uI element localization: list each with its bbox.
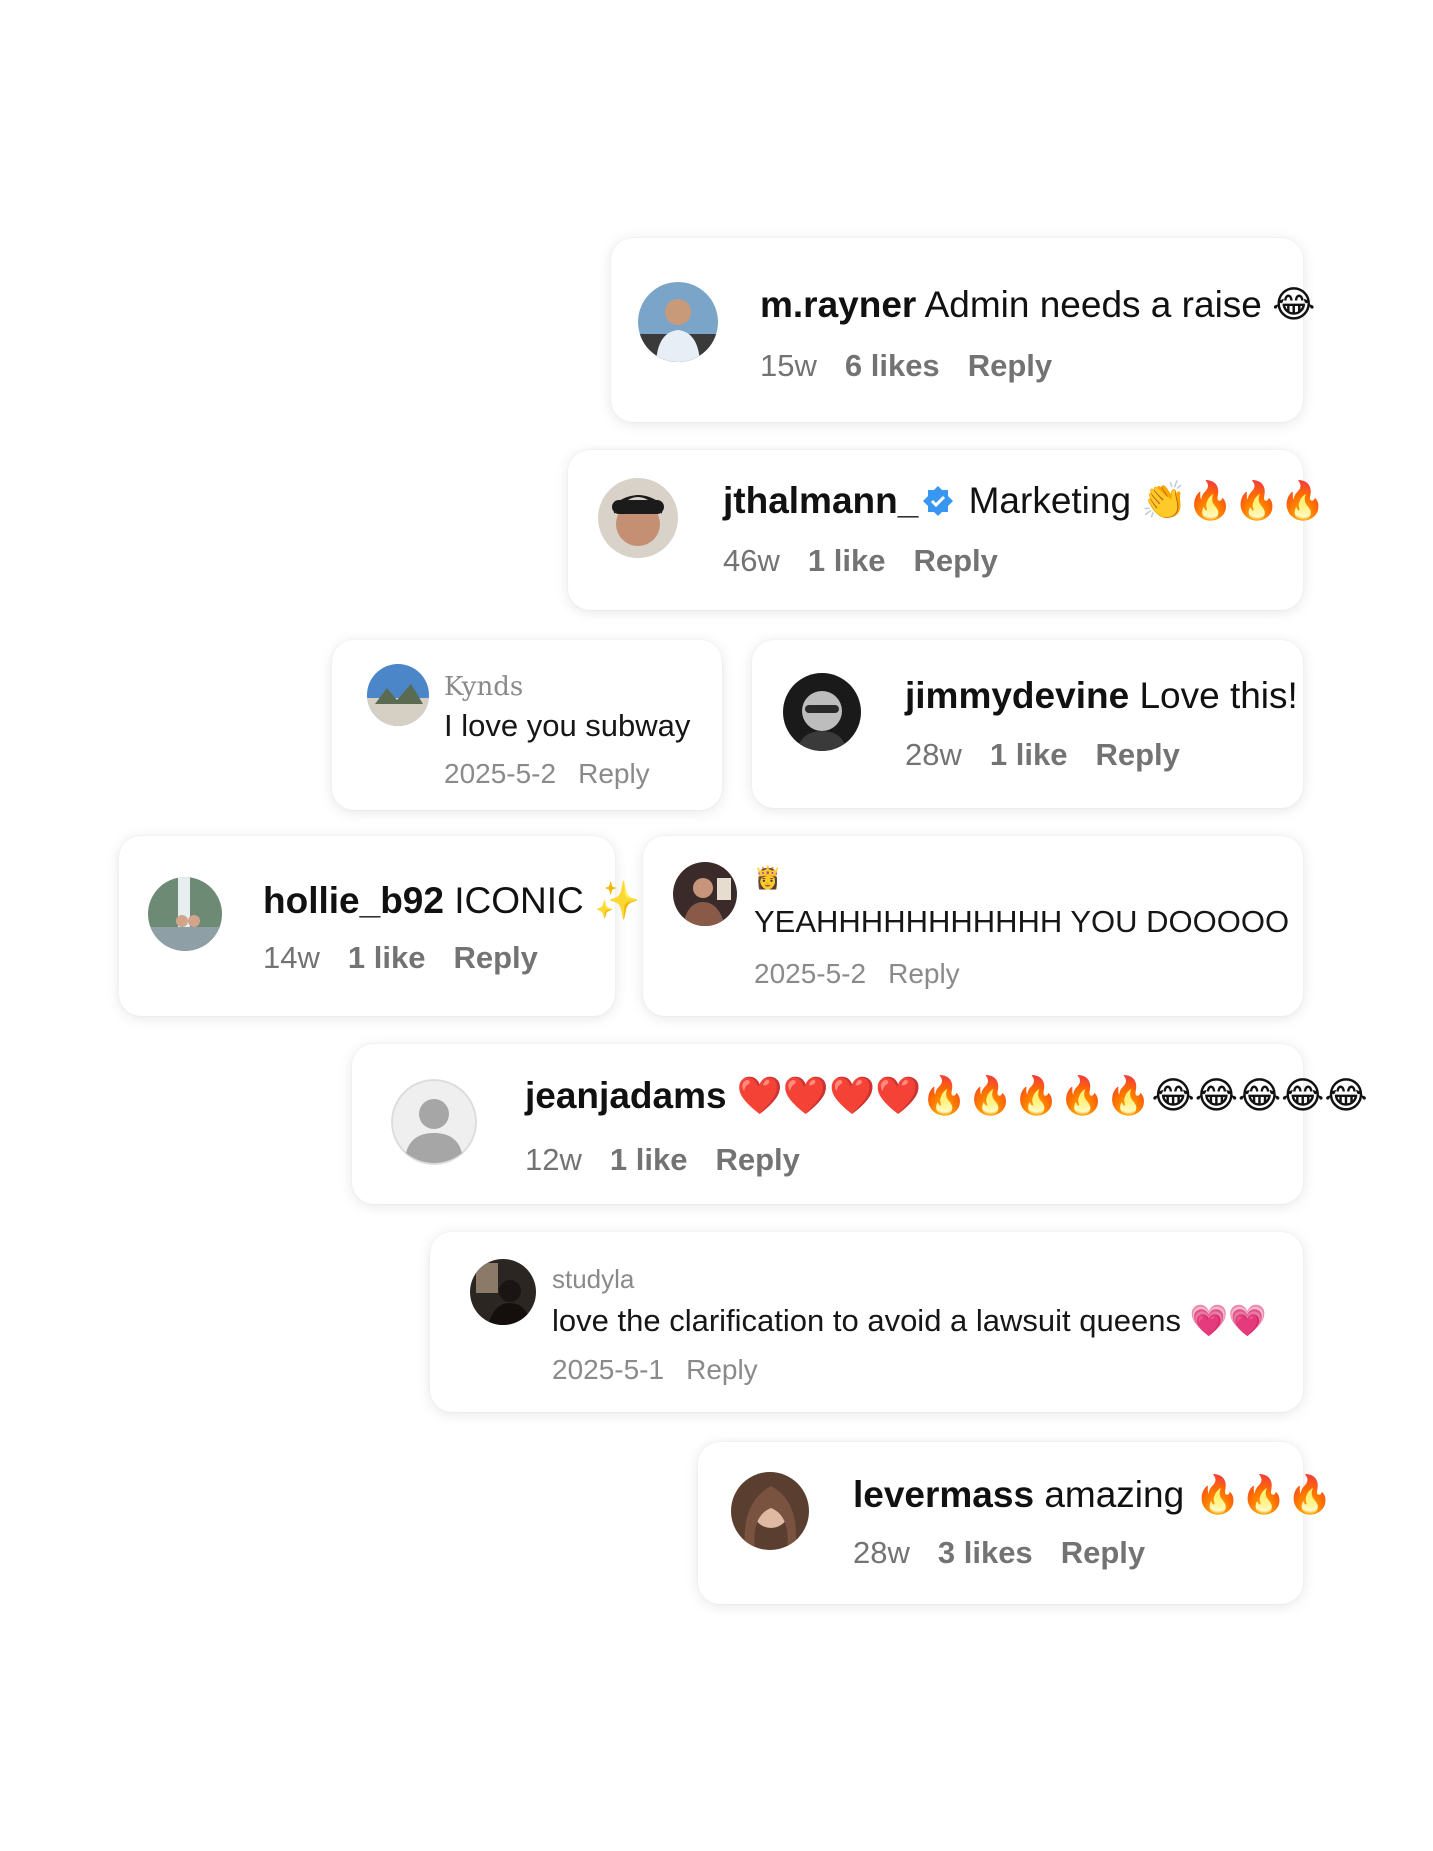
verified-badge-icon [922,484,954,516]
comment-username[interactable]: studyla [552,1264,634,1295]
likes-count[interactable]: 1 like [808,543,886,578]
comment-username[interactable]: jimmydevine [905,675,1129,716]
comment-username[interactable]: Kynds [444,672,523,702]
comment-age: 14w [263,940,320,975]
comment-username[interactable]: hollie_b92 [263,880,444,921]
comment-username[interactable]: jthalmann_ [723,480,918,521]
comment-meta: 46w 1 like Reply [723,543,1026,579]
comment-card-kynds: Kynds I love you subway 2025-5-2 Reply [332,640,722,810]
comment-card-jthalmann: jthalmann_ Marketing 👏🔥🔥🔥 46w 1 like Reply [568,450,1326,610]
comment-card-hollie: hollie_b92 ICONIC ✨ 14w 1 like Reply [119,836,640,1016]
comment-text: love the clarification to avoid a lawsui… [552,1303,1267,1338]
comment-age: 46w [723,543,780,578]
avatar[interactable] [367,664,429,726]
reply-button[interactable]: Reply [968,348,1052,383]
comment-date: 2025-5-2 [754,958,867,989]
comment-meta: 2025-5-2 Reply [444,758,672,790]
avatar[interactable] [673,862,737,926]
comment-date: 2025-5-2 [444,758,557,789]
reply-button[interactable]: Reply [913,543,997,578]
likes-count[interactable]: 1 like [610,1142,688,1177]
comment-meta: 15w 6 likes Reply [760,348,1080,384]
comment-meta: 2025-5-1 Reply [552,1354,780,1386]
comment-text-line: hollie_b92 ICONIC ✨ [263,880,640,923]
avatar[interactable] [470,1259,536,1325]
reply-button[interactable]: Reply [453,940,537,975]
comment-card-princess: 👸 YEAHHHHHHHHHHH YOU DOOOOO 2025-5-2 Repl… [643,836,1303,1016]
comment-age: 28w [905,737,962,772]
comment-meta: 2025-5-2 Reply [754,958,982,990]
comment-card-jimmydevine: jimmydevine Love this! 28w 1 like Reply [752,640,1303,808]
avatar[interactable] [598,478,678,558]
likes-count[interactable]: 1 like [348,940,426,975]
comment-age: 28w [853,1535,910,1570]
comment-text: I love you subway [444,708,691,743]
avatar[interactable] [783,673,861,751]
reply-button[interactable]: Reply [578,758,650,789]
comment-meta: 28w 1 like Reply [905,737,1208,773]
comment-meta: 14w 1 like Reply [263,940,566,976]
comment-date: 2025-5-1 [552,1354,665,1385]
comment-card-jeanjadams: jeanjadams ❤️❤️❤️❤️🔥🔥🔥🔥🔥😂😂😂😂😂 12w 1 like R… [352,1044,1368,1204]
comment-username[interactable]: 👸 [754,866,781,891]
comment-card-mrayner: m.rayner Admin needs a raise 😂 15w 6 like… [611,238,1315,422]
comment-text-line: jthalmann_ Marketing 👏🔥🔥🔥 [723,480,1326,523]
comment-text: Love this! [1139,675,1298,716]
comment-username[interactable]: jeanjadams [525,1075,727,1116]
comment-text: YEAHHHHHHHHHHH YOU DOOOOO [754,904,1290,939]
comment-text: ICONIC ✨ [454,880,641,921]
likes-count[interactable]: 6 likes [845,348,940,383]
avatar[interactable] [731,1472,809,1550]
reply-button[interactable]: Reply [686,1354,758,1385]
likes-count[interactable]: 3 likes [938,1535,1033,1570]
comment-meta: 12w 1 like Reply [525,1142,828,1178]
comment-text-line: m.rayner Admin needs a raise 😂 [760,283,1315,326]
comment-username[interactable]: levermass [853,1474,1034,1515]
comment-text-line: levermass amazing 🔥🔥🔥 [853,1474,1333,1517]
reply-button[interactable]: Reply [1061,1535,1145,1570]
comment-text-line: jeanjadams ❤️❤️❤️❤️🔥🔥🔥🔥🔥😂😂😂😂😂 [525,1074,1368,1118]
comment-card-studyla: studyla love the clarification to avoid … [430,1232,1303,1412]
comment-text: amazing 🔥🔥🔥 [1044,1474,1333,1515]
avatar[interactable] [638,282,718,362]
avatar[interactable] [148,877,222,951]
comment-age: 12w [525,1142,582,1177]
comment-meta: 28w 3 likes Reply [853,1535,1173,1571]
comment-text: Admin needs a raise 😂 [924,284,1316,325]
comment-text-line: jimmydevine Love this! [905,675,1298,717]
comment-username[interactable]: m.rayner [760,284,916,325]
comment-text: Marketing 👏🔥🔥🔥 [968,480,1326,521]
comment-text: ❤️❤️❤️❤️🔥🔥🔥🔥🔥😂😂😂😂😂 [736,1075,1368,1116]
reply-button[interactable]: Reply [888,958,960,989]
reply-button[interactable]: Reply [715,1142,799,1177]
avatar-placeholder-icon[interactable] [391,1079,477,1165]
comment-age: 15w [760,348,817,383]
comment-card-levermass: levermass amazing 🔥🔥🔥 28w 3 likes Reply [698,1442,1333,1604]
likes-count[interactable]: 1 like [990,737,1068,772]
reply-button[interactable]: Reply [1095,737,1179,772]
